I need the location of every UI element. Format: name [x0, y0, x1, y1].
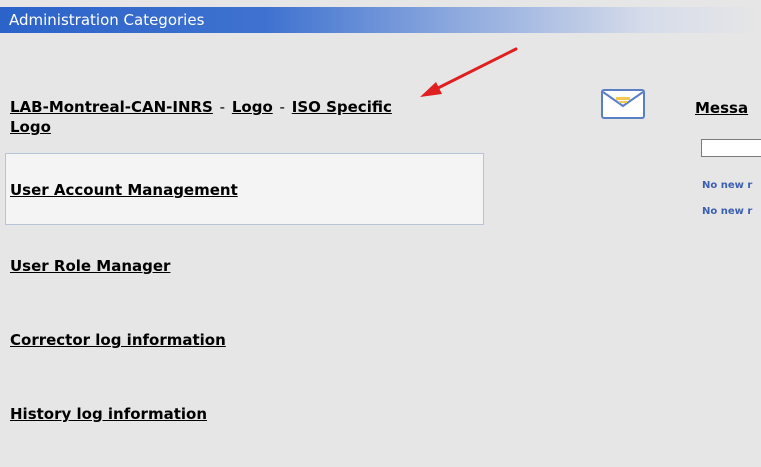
red-arrow-annotation	[420, 47, 518, 97]
breadcrumb-separator: -	[219, 98, 226, 116]
no-new-messages-note[interactable]: No new r	[702, 179, 752, 193]
message-input[interactable]	[701, 139, 761, 157]
lab-link[interactable]: LAB-Montreal-CAN-INRS	[10, 98, 213, 116]
corrector-log-information-link[interactable]: Corrector log information	[10, 330, 226, 350]
no-new-messages-note[interactable]: No new r	[702, 205, 752, 219]
messages-title-link[interactable]: Messa	[695, 98, 748, 118]
logo-link[interactable]: Logo	[232, 98, 273, 116]
user-account-management-link[interactable]: User Account Management	[10, 180, 238, 200]
breadcrumb-separator: -	[279, 98, 285, 116]
page-title: Administration Categories	[9, 11, 205, 29]
history-log-information-link[interactable]: History log information	[10, 404, 207, 424]
envelope-icon[interactable]	[601, 89, 645, 119]
user-role-manager-link[interactable]: User Role Manager	[10, 256, 170, 276]
breadcrumb: LAB-Montreal-CAN-INRS - Logo - ISO Speci…	[10, 97, 430, 137]
